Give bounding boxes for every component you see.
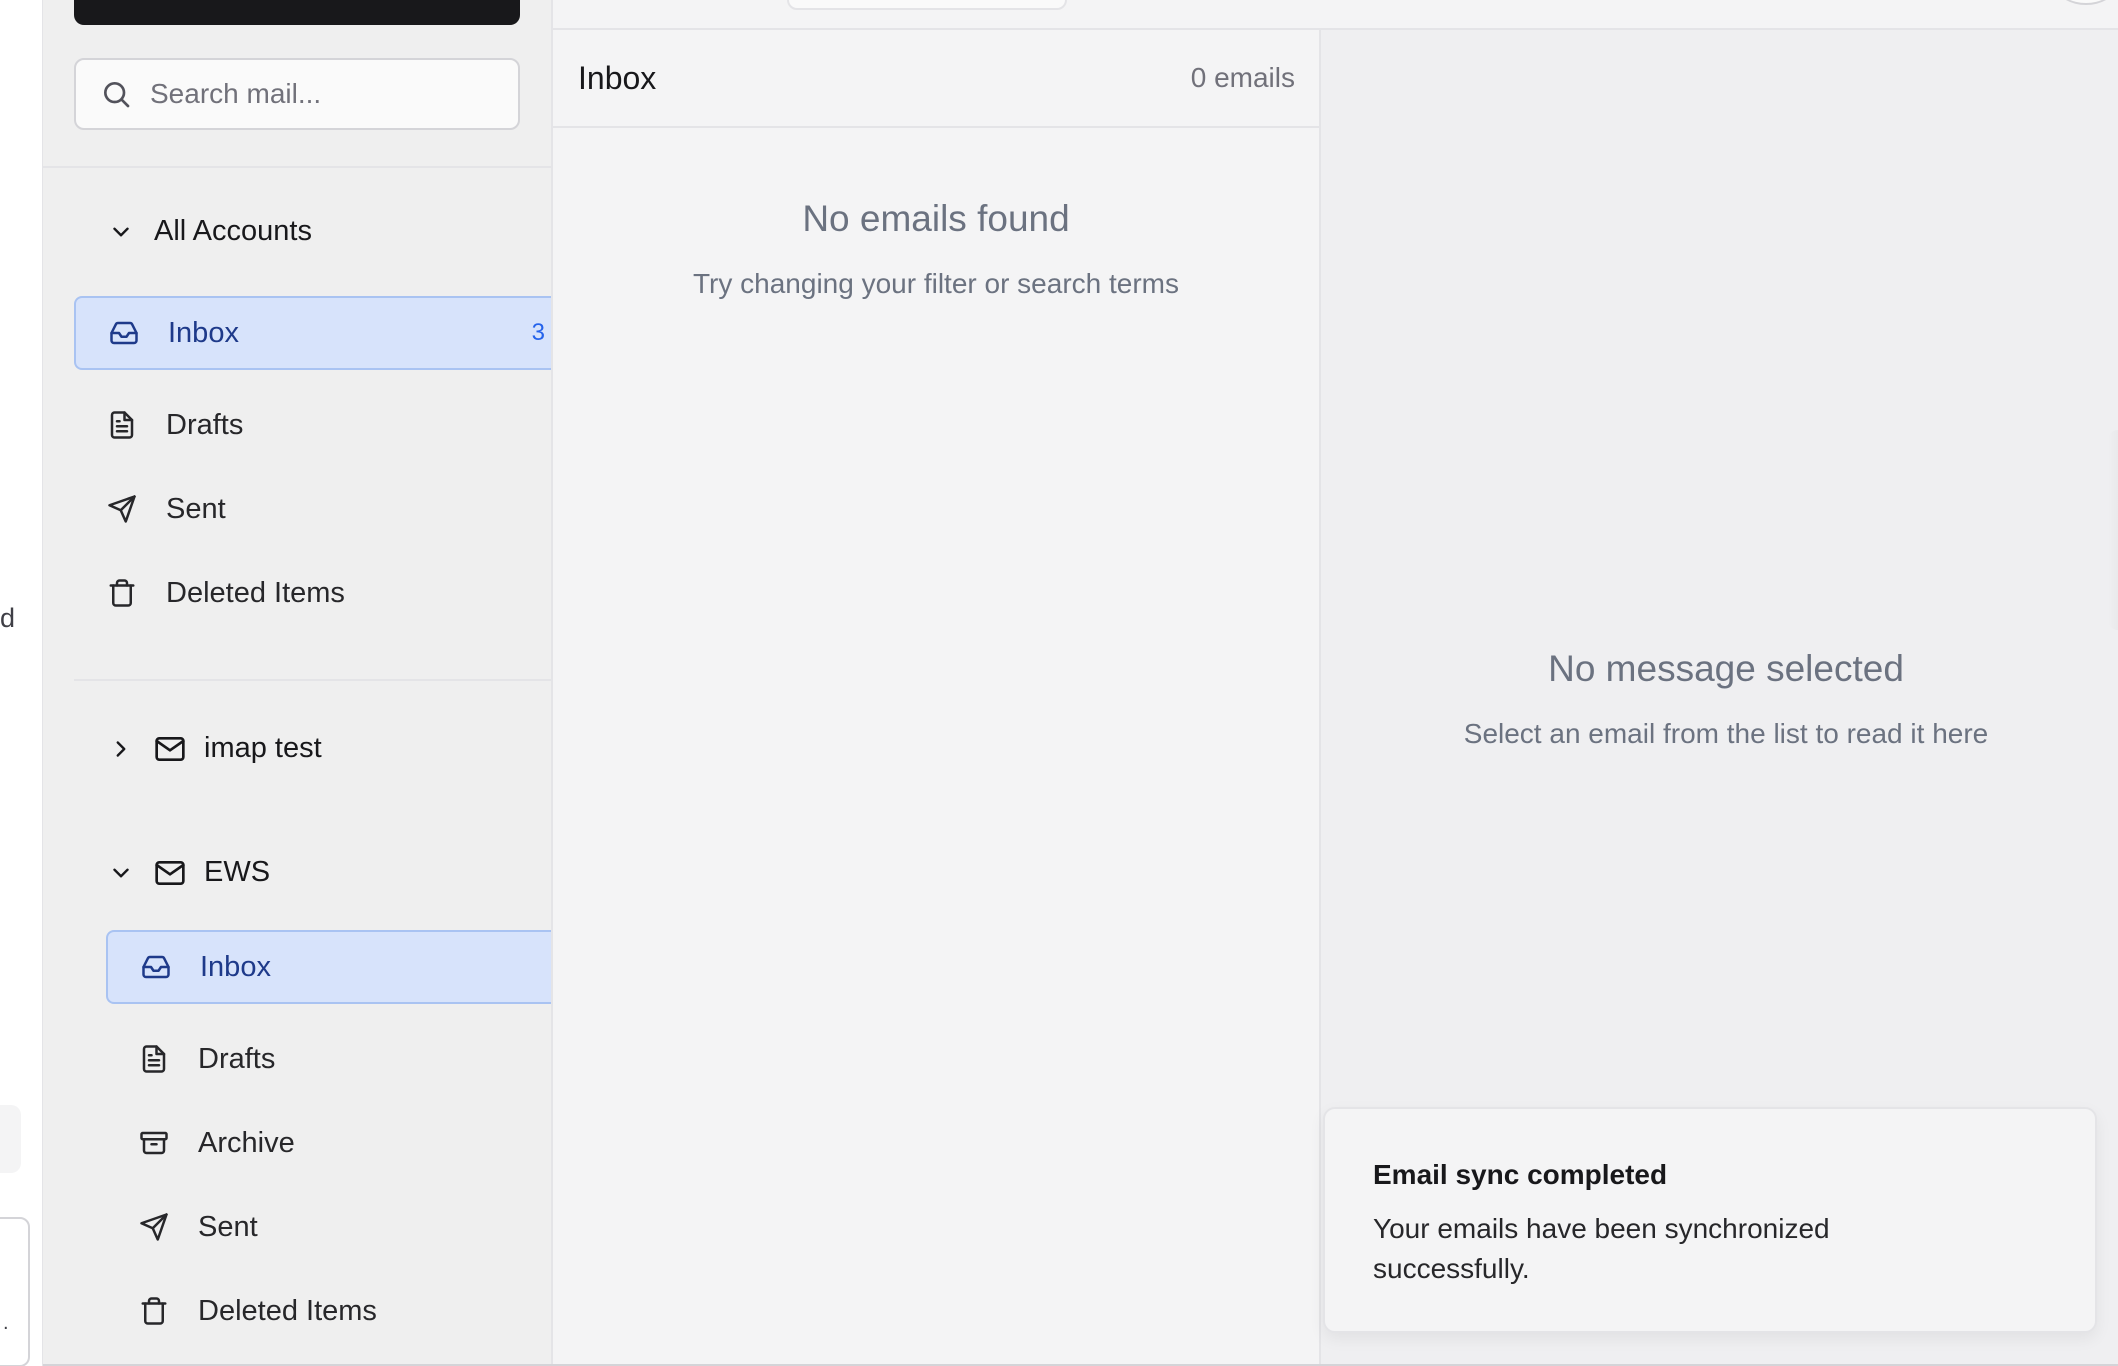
chevron-down-icon xyxy=(106,217,136,247)
file-text-icon xyxy=(106,409,138,441)
trash-icon xyxy=(106,577,138,609)
sidebar-item-all-inbox[interactable]: Inbox 3 xyxy=(74,296,551,370)
empty-list-state: No emails found Try changing your filter… xyxy=(553,198,1319,300)
sidebar-item-label: Drafts xyxy=(198,1042,276,1075)
email-count: 0 emails xyxy=(1190,62,1295,93)
file-text-icon xyxy=(138,1043,170,1075)
empty-reading-state: No message selected Select an email from… xyxy=(1321,648,2118,750)
sidebar-divider xyxy=(43,166,551,168)
left-strip: d . xyxy=(0,0,43,1366)
edge-shadow xyxy=(2108,430,2118,630)
all-accounts-label: All Accounts xyxy=(154,215,312,247)
sidebar-item-label: Drafts xyxy=(166,408,244,441)
sidebar-item-all-sent[interactable]: Sent xyxy=(74,472,551,546)
compose-button[interactable] xyxy=(74,0,520,25)
account-imap-test-toggle[interactable]: imap test xyxy=(106,732,322,765)
search-input[interactable] xyxy=(150,78,490,110)
sidebar-item-ews-archive[interactable]: Archive xyxy=(106,1106,551,1180)
sidebar-item-label: Deleted Items xyxy=(198,1294,377,1327)
sidebar-item-ews-deleted[interactable]: Deleted Items xyxy=(106,1274,551,1348)
left-strip-card-text: . xyxy=(3,1312,9,1334)
left-strip-card[interactable]: . xyxy=(0,1217,30,1366)
email-list-pane: Inbox 0 emails No emails found Try chang… xyxy=(553,30,1321,1366)
empty-reading-subtitle: Select an email from the list to read it… xyxy=(1463,718,1989,749)
send-icon xyxy=(106,493,138,525)
chevron-down-icon xyxy=(106,858,136,888)
sidebar-item-ews-drafts[interactable]: Drafts xyxy=(106,1022,551,1096)
unread-count-badge: 3 xyxy=(531,319,545,346)
empty-reading-title: No message selected xyxy=(1548,648,1904,689)
archive-icon xyxy=(138,1127,170,1159)
inbox-icon xyxy=(140,951,172,983)
email-list-header: Inbox 0 emails xyxy=(553,30,1319,128)
sidebar-item-label: Inbox xyxy=(168,316,239,349)
left-strip-text-fragment: d xyxy=(0,603,16,633)
empty-list-title: No emails found xyxy=(802,198,1070,239)
folder-title: Inbox xyxy=(578,59,657,96)
sidebar: All Accounts Inbox 3 Drafts Sent Deleted… xyxy=(43,0,553,1366)
account-name: EWS xyxy=(204,856,271,888)
account-name: imap test xyxy=(204,732,322,764)
sidebar-item-label: Archive xyxy=(198,1126,295,1159)
sidebar-item-label: Deleted Items xyxy=(166,576,345,609)
top-bar-tab[interactable] xyxy=(787,0,1067,10)
toast-title: Email sync completed xyxy=(1373,1159,1668,1190)
search-icon xyxy=(104,82,130,108)
sidebar-divider xyxy=(74,679,551,681)
toast-message: Your emails have been synchronized succe… xyxy=(1373,1213,1830,1284)
sync-toast[interactable]: Email sync completed Your emails have be… xyxy=(1323,1107,2097,1333)
sidebar-item-label: Inbox xyxy=(200,950,271,983)
sidebar-item-label: Sent xyxy=(198,1210,258,1243)
search-box[interactable] xyxy=(74,58,520,130)
send-icon xyxy=(138,1211,170,1243)
all-accounts-toggle[interactable]: All Accounts xyxy=(106,215,312,248)
mail-icon xyxy=(154,857,186,889)
chevron-right-icon xyxy=(106,734,136,764)
sidebar-item-ews-sent[interactable]: Sent xyxy=(106,1190,551,1264)
sidebar-item-all-drafts[interactable]: Drafts xyxy=(74,388,551,462)
sidebar-item-ews-inbox[interactable]: Inbox xyxy=(106,930,551,1004)
empty-list-subtitle: Try changing your filter or search terms xyxy=(692,268,1180,299)
mail-icon xyxy=(154,733,186,765)
left-strip-item[interactable] xyxy=(0,1105,21,1173)
inbox-icon xyxy=(108,317,140,349)
account-ews-toggle[interactable]: EWS xyxy=(106,856,270,889)
avatar[interactable] xyxy=(2058,0,2114,5)
sidebar-item-all-deleted[interactable]: Deleted Items xyxy=(74,556,551,630)
sidebar-item-label: Sent xyxy=(166,492,226,525)
trash-icon xyxy=(138,1295,170,1327)
top-bar xyxy=(553,0,2118,30)
